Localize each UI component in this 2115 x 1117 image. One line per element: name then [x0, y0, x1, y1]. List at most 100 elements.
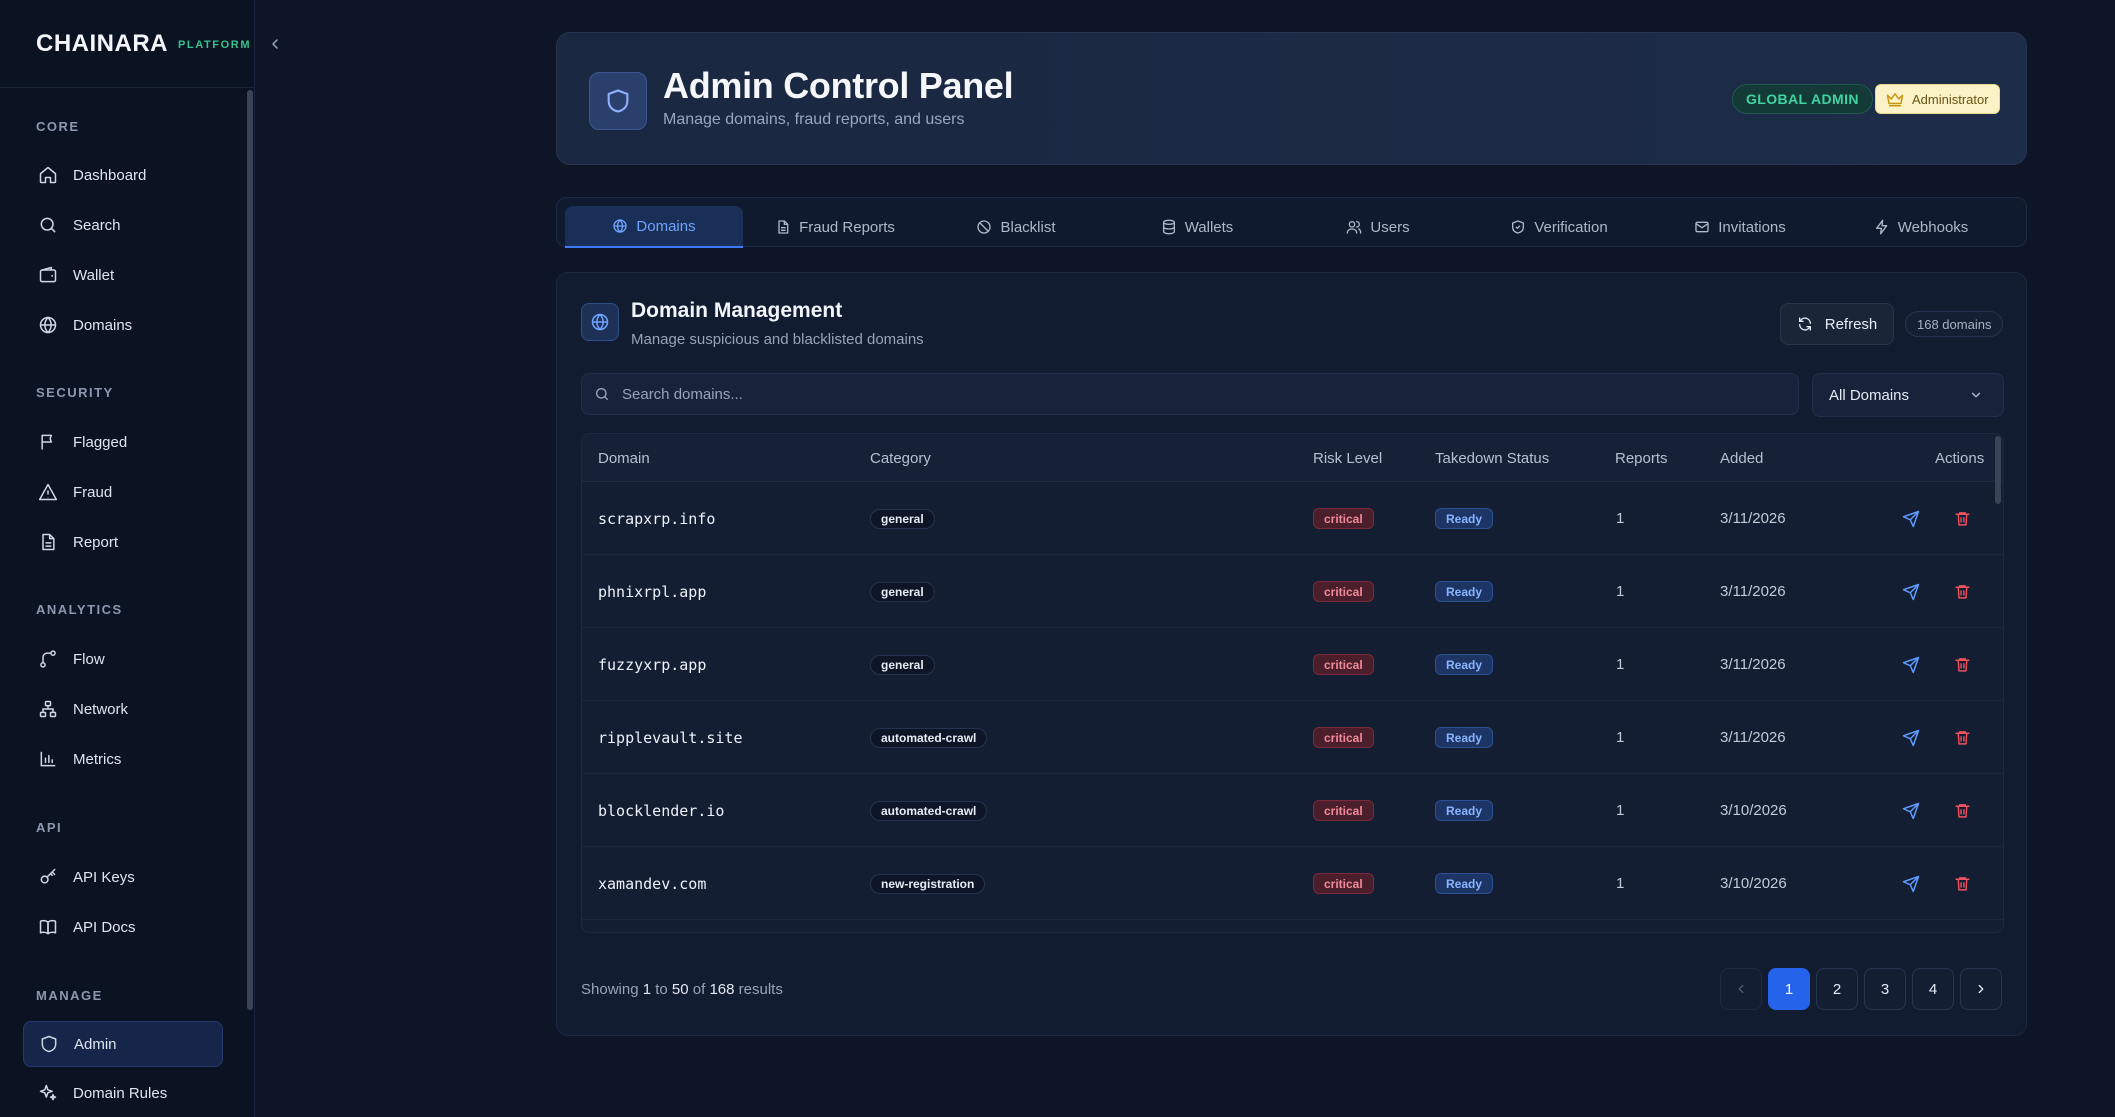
- sidebar-item-network[interactable]: Network: [23, 686, 223, 732]
- table-row[interactable]: scrapxrp.info general critical Ready 1 3…: [582, 482, 2003, 555]
- sidebar-item-report[interactable]: Report: [23, 519, 223, 565]
- send-takedown-icon[interactable]: [1902, 656, 1920, 674]
- sidebar-scrollbar[interactable]: [245, 88, 255, 1117]
- sidebar-item-search[interactable]: Search: [23, 202, 223, 248]
- page-button-1[interactable]: 1: [1768, 968, 1810, 1010]
- delete-icon[interactable]: [1954, 510, 1971, 527]
- sidebar-item-wallet[interactable]: Wallet: [23, 252, 223, 298]
- added-date: 3/11/2026: [1720, 510, 1786, 527]
- reports-count: 1: [1616, 875, 1625, 892]
- category-badge: general: [870, 581, 935, 602]
- brand-tag: PLATFORM: [178, 38, 252, 51]
- tab-verification[interactable]: Verification: [1470, 206, 1648, 248]
- tab-label: Domains: [636, 217, 696, 235]
- column-header-reports[interactable]: Reports: [1615, 450, 1668, 467]
- sidebar-item-domains[interactable]: Domains: [23, 302, 223, 348]
- send-takedown-icon[interactable]: [1902, 802, 1920, 820]
- delete-icon[interactable]: [1954, 656, 1971, 673]
- brand-logo[interactable]: CHAINARA: [36, 30, 168, 58]
- sidebar-item-api-keys[interactable]: API Keys: [23, 854, 223, 900]
- tab-invitations[interactable]: Invitations: [1651, 206, 1829, 248]
- sidebar-item-label: Wallet: [73, 266, 115, 284]
- page-button-2[interactable]: 2: [1816, 968, 1858, 1010]
- send-takedown-icon[interactable]: [1902, 510, 1920, 528]
- send-takedown-icon[interactable]: [1902, 583, 1920, 601]
- reports-count: 1: [1616, 510, 1625, 527]
- sidebar-item-label: API Docs: [73, 918, 136, 936]
- delete-icon[interactable]: [1954, 802, 1971, 819]
- tab-label: Wallets: [1184, 218, 1234, 236]
- sidebar-item-dashboard[interactable]: Dashboard: [23, 152, 223, 198]
- flag-icon: [37, 431, 59, 453]
- table-row[interactable]: xamandev.com new-registration critical R…: [582, 847, 2003, 920]
- sidebar-item-fraud[interactable]: Fraud: [23, 469, 223, 515]
- reports-count: 1: [1616, 729, 1625, 746]
- sidebar-item-label: Network: [73, 700, 129, 718]
- search-input[interactable]: [622, 385, 1772, 403]
- prev-page-button[interactable]: [1720, 968, 1762, 1010]
- refresh-button[interactable]: Refresh: [1780, 303, 1894, 345]
- sidebar-item-domain-rules[interactable]: Domain Rules: [23, 1070, 223, 1116]
- global-admin-badge: GLOBAL ADMIN: [1732, 84, 1873, 114]
- tab-fraud-reports[interactable]: Fraud Reports: [746, 206, 924, 248]
- tab-label: Fraud Reports: [799, 218, 895, 236]
- collapse-sidebar-icon[interactable]: [267, 36, 283, 52]
- send-takedown-icon[interactable]: [1902, 729, 1920, 747]
- sidebar: CHAINARA PLATFORM CORE Dashboard Search …: [0, 0, 278, 1117]
- role-badge-label: Administrator: [1912, 91, 1989, 107]
- takedown-status-badge: Ready: [1435, 727, 1494, 748]
- table-row[interactable]: fuzzyxrp.app general critical Ready 1 3/…: [582, 628, 2003, 701]
- table-row[interactable]: ripplevault.site automated-crawl critica…: [582, 701, 2003, 774]
- sidebar-item-api-docs[interactable]: API Docs: [23, 904, 223, 950]
- search-field[interactable]: [581, 373, 1799, 415]
- tab-blacklist[interactable]: Blacklist: [927, 206, 1105, 248]
- domain-name: scrapxrp.info: [598, 509, 716, 528]
- table-row[interactable]: blocklender.io automated-crawl critical …: [582, 774, 2003, 847]
- added-date: 3/10/2026: [1720, 802, 1787, 819]
- sidebar-item-admin[interactable]: Admin: [23, 1021, 223, 1067]
- column-header-risk[interactable]: Risk Level: [1313, 450, 1382, 467]
- added-date: 3/11/2026: [1720, 656, 1786, 673]
- sidebar-item-metrics[interactable]: Metrics: [23, 736, 223, 782]
- sidebar-item-flagged[interactable]: Flagged: [23, 419, 223, 465]
- takedown-status-badge: Ready: [1435, 800, 1494, 821]
- column-header-category[interactable]: Category: [870, 450, 931, 467]
- sidebar-scrollbar-thumb[interactable]: [247, 90, 253, 1010]
- tab-label: Verification: [1534, 218, 1608, 236]
- tab-users[interactable]: Users: [1289, 206, 1467, 248]
- added-date: 3/11/2026: [1720, 583, 1786, 600]
- category-badge: general: [870, 508, 935, 529]
- delete-icon[interactable]: [1954, 875, 1971, 892]
- risk-badge: critical: [1313, 654, 1374, 675]
- nav-section-manage: MANAGE: [36, 988, 103, 1003]
- tab-label: Webhooks: [1897, 218, 1969, 236]
- next-page-button[interactable]: [1960, 968, 2002, 1010]
- tab-wallets[interactable]: Wallets: [1108, 206, 1286, 248]
- takedown-status-badge: Ready: [1435, 873, 1494, 894]
- tab-domains[interactable]: Domains: [565, 206, 743, 248]
- tab-label: Users: [1370, 218, 1410, 236]
- delete-icon[interactable]: [1954, 583, 1971, 600]
- sidebar-item-flow[interactable]: Flow: [23, 636, 223, 682]
- brand: CHAINARA PLATFORM: [0, 0, 278, 88]
- domain-filter-select[interactable]: All Domains: [1812, 373, 2004, 417]
- send-takedown-icon[interactable]: [1902, 875, 1920, 893]
- page-button-3[interactable]: 3: [1864, 968, 1906, 1010]
- column-header-domain[interactable]: Domain: [598, 450, 650, 467]
- nav-section-security: SECURITY: [36, 385, 114, 400]
- shield-check-icon: [1510, 219, 1526, 235]
- domain-name: phnixrpl.app: [598, 582, 707, 601]
- column-header-actions: Actions: [1935, 450, 1985, 467]
- showing-to-word: to: [655, 981, 668, 998]
- tab-webhooks[interactable]: Webhooks: [1832, 206, 2010, 248]
- table-scrollbar[interactable]: [1995, 436, 2001, 504]
- crown-icon: [1886, 91, 1904, 107]
- sparkle-icon: [37, 1082, 59, 1104]
- sidebar-item-label: Dashboard: [73, 166, 147, 184]
- delete-icon[interactable]: [1954, 729, 1971, 746]
- lightning-icon: [1874, 219, 1890, 235]
- domain-count-badge: 168 domains: [1905, 311, 2004, 337]
- page-button-4[interactable]: 4: [1912, 968, 1954, 1010]
- column-header-status[interactable]: Takedown Status: [1435, 450, 1549, 467]
- table-row[interactable]: phnixrpl.app general critical Ready 1 3/…: [582, 555, 2003, 628]
